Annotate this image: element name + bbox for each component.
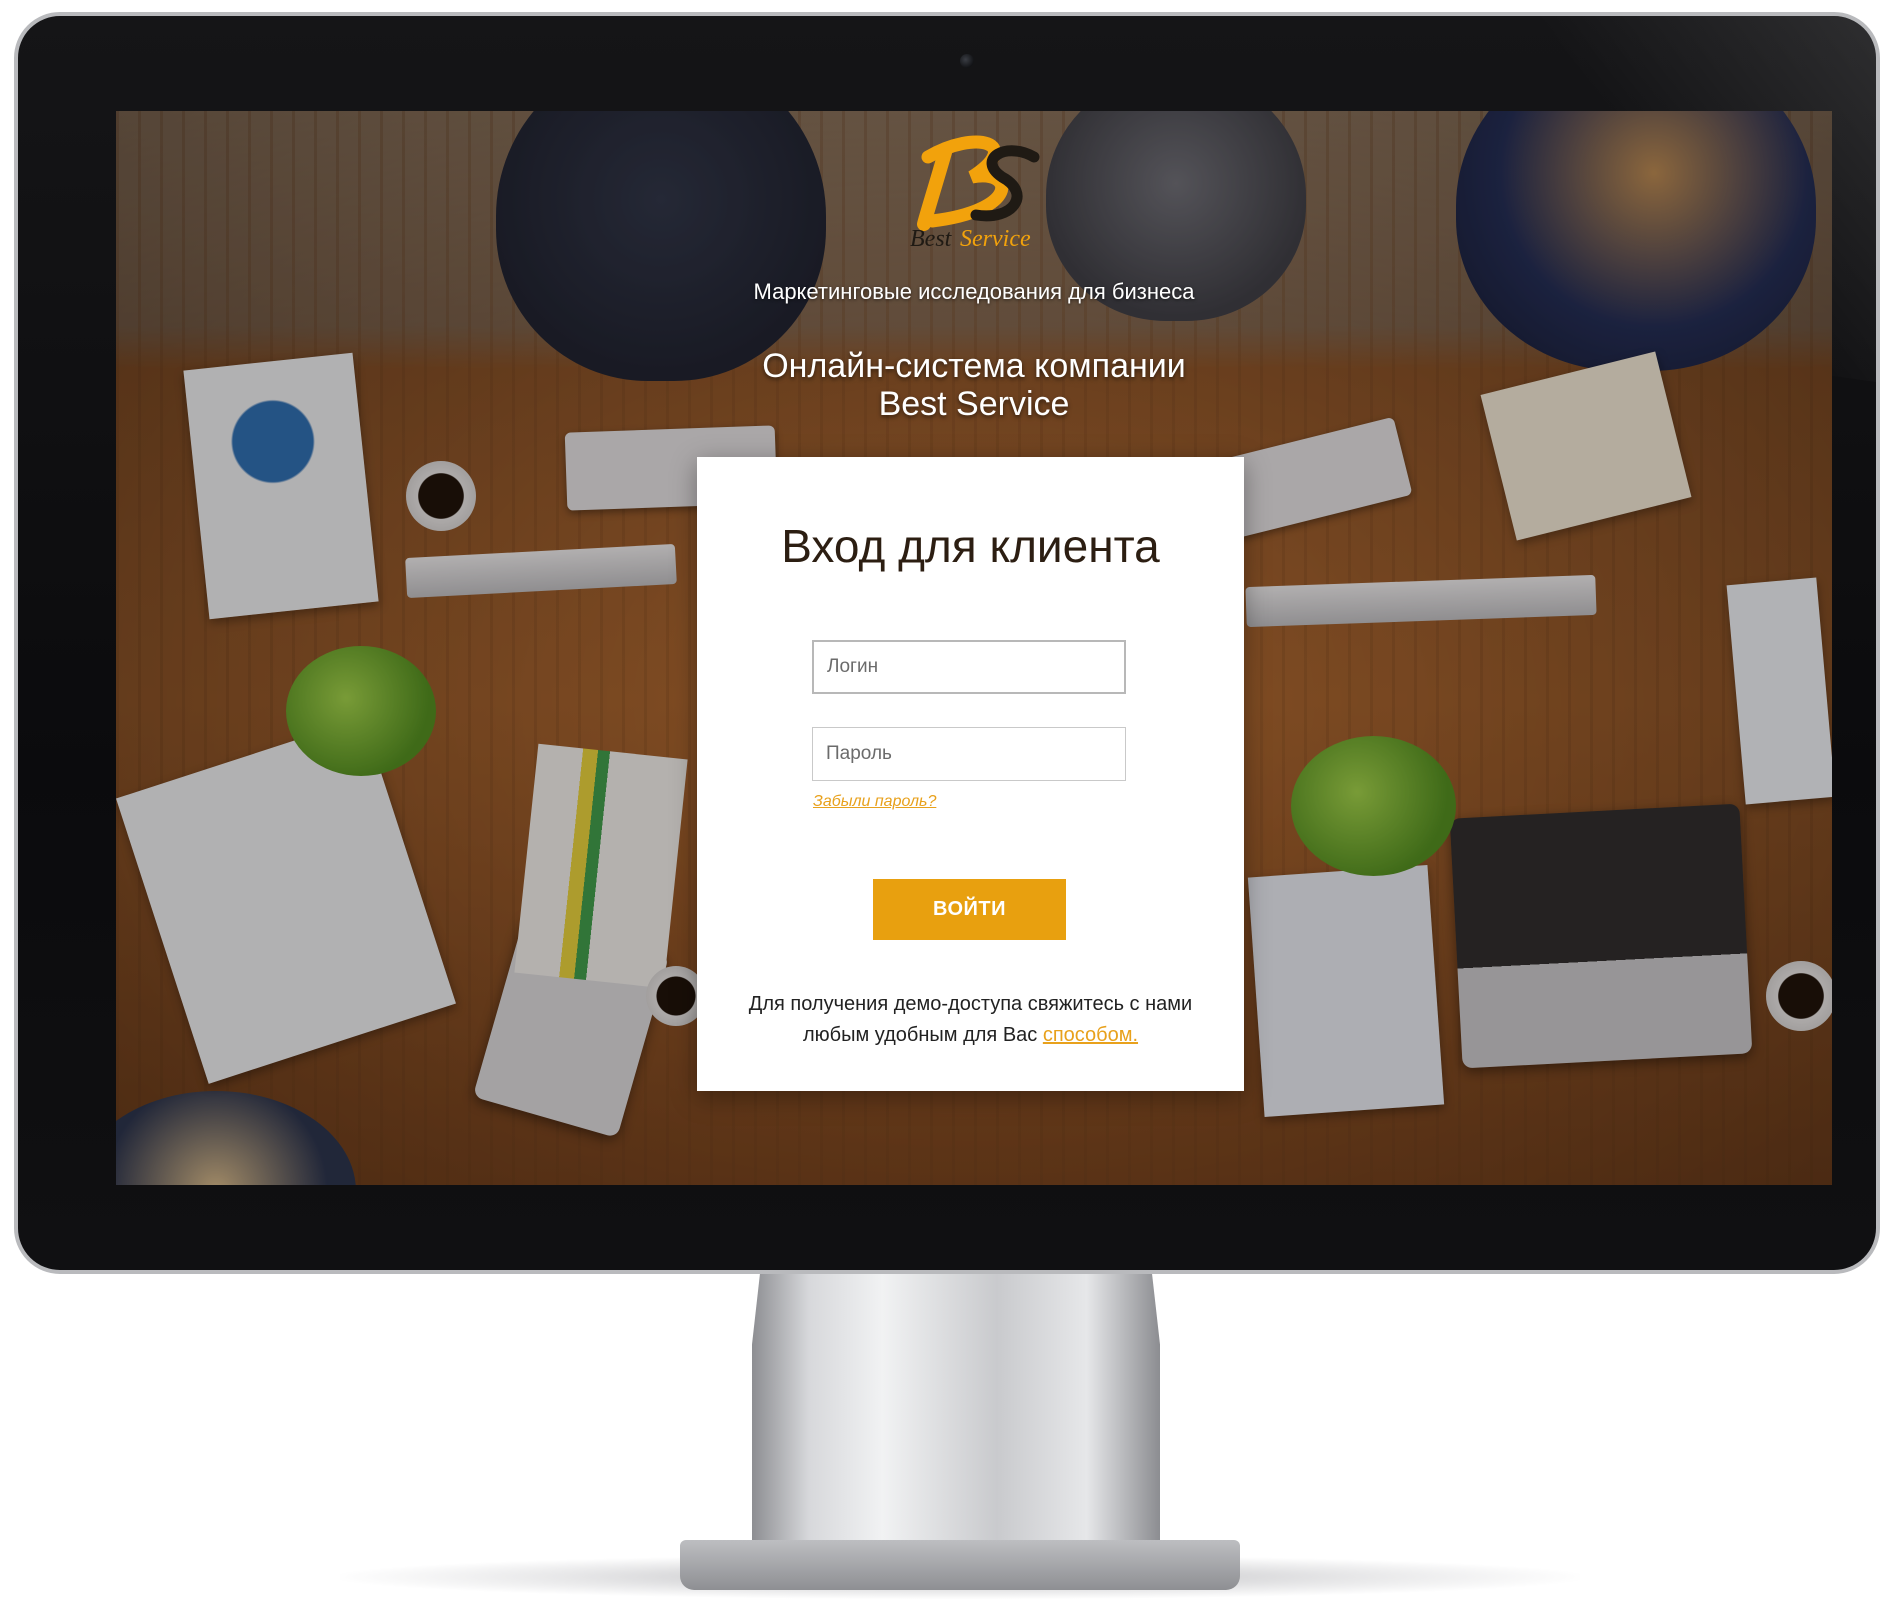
forgot-password-link[interactable]: Забыли пароль? <box>813 793 936 811</box>
system-title-line: Best Service <box>878 385 1070 423</box>
monitor-bezel: Best Service Маркетинговые исследования … <box>14 12 1880 1274</box>
website-screen: Best Service Маркетинговые исследования … <box>116 111 1832 1185</box>
system-title: Онлайн-система компании Best Service <box>116 347 1832 423</box>
contact-link[interactable]: способом. <box>1043 1024 1138 1046</box>
svg-text:Best: Best <box>910 226 953 249</box>
system-title-line: Онлайн-система компании <box>762 347 1186 385</box>
site-tagline: Маркетинговые исследования для бизнеса <box>753 279 1195 304</box>
svg-text:Service: Service <box>960 226 1031 249</box>
password-input[interactable] <box>812 727 1126 781</box>
login-title: Вход для клиента <box>781 520 1160 572</box>
monitor-stand <box>752 1272 1160 1562</box>
login-input[interactable] <box>812 640 1126 694</box>
best-service-logo: Best Service <box>910 135 1040 249</box>
monitor-stand-base <box>680 1540 1240 1590</box>
camera-icon <box>960 54 974 68</box>
demo-access-text: Для получения демо-доступа свяжитесь с н… <box>717 989 1224 1051</box>
login-card: Вход для клиента Забыли пароль? ВОЙТИ Дл… <box>697 457 1244 1091</box>
login-button[interactable]: ВОЙТИ <box>873 879 1066 940</box>
